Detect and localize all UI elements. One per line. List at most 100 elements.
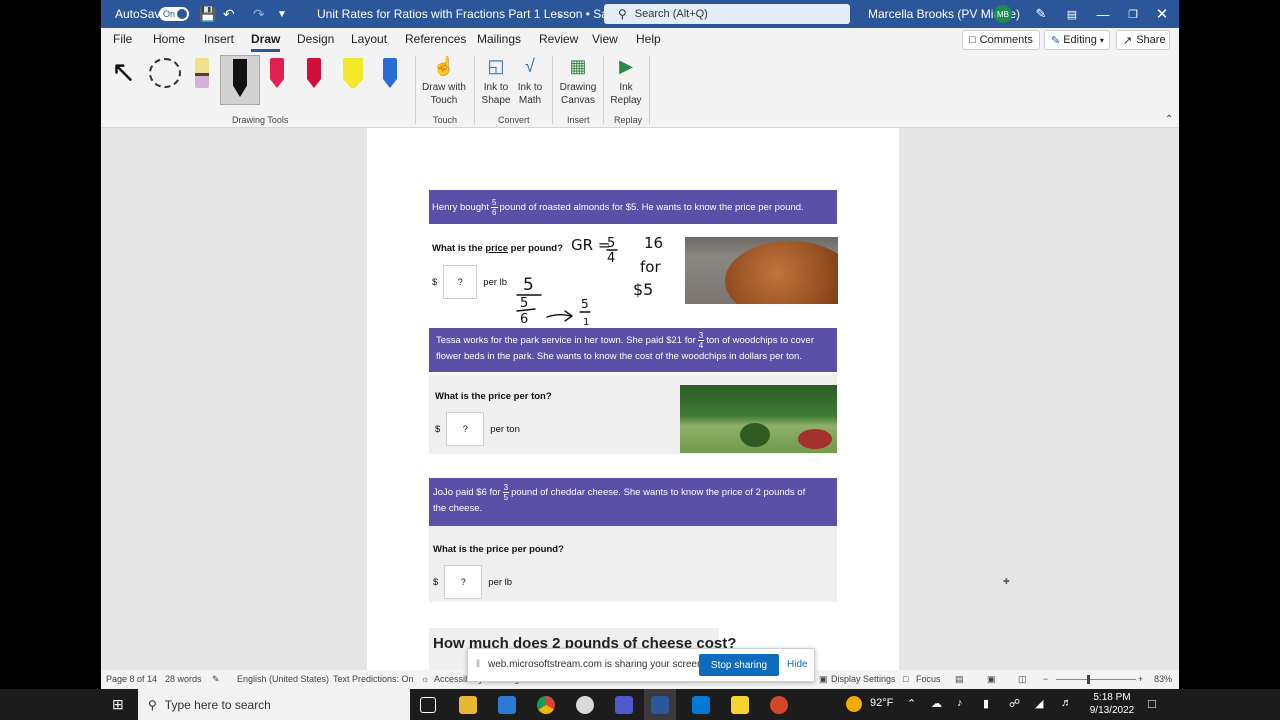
- yellow-highlighter-icon[interactable]: [343, 58, 363, 88]
- pink-pen-icon[interactable]: [270, 58, 284, 88]
- tab-insert[interactable]: Insert: [204, 32, 234, 46]
- pen-black-selected[interactable]: [220, 55, 260, 105]
- save-icon[interactable]: 💾: [199, 0, 216, 28]
- comments-button[interactable]: □ Comments: [962, 30, 1040, 50]
- redo-icon[interactable]: ↷: [253, 0, 265, 28]
- ink-result-num: 5: [581, 297, 589, 311]
- chrome-icon[interactable]: [537, 696, 555, 714]
- document-page[interactable]: Henry bought 56 pound of roasted almonds…: [367, 128, 899, 670]
- web-layout-icon[interactable]: ◫: [1018, 674, 1027, 685]
- hide-button[interactable]: Hide: [787, 659, 808, 670]
- tray-chevron-icon[interactable]: ⌃: [907, 697, 916, 710]
- customize-qat-icon[interactable]: ▼: [277, 0, 287, 28]
- chevron-down-icon: ▾: [1099, 35, 1104, 45]
- clock[interactable]: 5:18 PM 9/13/2022: [1086, 691, 1138, 717]
- eraser-icon[interactable]: [195, 58, 209, 88]
- word-taskbar-active[interactable]: [644, 689, 676, 720]
- weather-temp[interactable]: 92°F: [870, 697, 893, 709]
- focus-mode[interactable]: Focus: [916, 674, 941, 684]
- tab-view[interactable]: View: [592, 32, 618, 46]
- network-icon[interactable]: ☍: [1009, 697, 1020, 710]
- taskbar-search[interactable]: ⚲ Type here to search: [138, 689, 410, 720]
- ink-gr: GR =: [571, 236, 610, 254]
- volume-icon[interactable]: ♬: [1061, 697, 1072, 709]
- draw-with-touch-button[interactable]: ☝ Draw with Touch: [421, 54, 467, 107]
- taskbar: ⊞ ⚲ Type here to search 92°F ⌃ ☁ ♪ ▮ ☍ ◢…: [0, 689, 1280, 720]
- weather-icon[interactable]: [846, 696, 862, 712]
- page-count[interactable]: Page 8 of 14: [106, 674, 157, 684]
- tab-home[interactable]: Home: [153, 32, 185, 46]
- avatar[interactable]: MB: [994, 5, 1012, 23]
- drawing-canvas-button[interactable]: ▦ Drawing Canvas: [557, 54, 599, 107]
- file-explorer-icon[interactable]: [459, 696, 477, 714]
- collapse-ribbon-icon[interactable]: ⌃: [1165, 114, 1173, 125]
- print-layout-icon[interactable]: ▣: [987, 674, 996, 685]
- tab-mailings[interactable]: Mailings: [477, 32, 521, 46]
- close-button[interactable]: ✕: [1147, 0, 1177, 28]
- blue-galaxy-pen-icon[interactable]: [383, 58, 397, 88]
- tab-file[interactable]: File: [113, 32, 132, 46]
- read-mode-icon[interactable]: ▤: [955, 674, 964, 685]
- tab-layout[interactable]: Layout: [351, 32, 387, 46]
- tab-draw[interactable]: Draw: [251, 32, 281, 52]
- p2-answer-row: $ ? per ton: [435, 412, 520, 446]
- p1-answer-input[interactable]: ?: [443, 265, 478, 299]
- red-pen-icon[interactable]: [307, 58, 321, 88]
- select-tool-icon[interactable]: ↖: [111, 58, 136, 88]
- zoom-out-icon[interactable]: −: [1043, 674, 1048, 684]
- p2-answer-input[interactable]: ?: [446, 412, 485, 446]
- sticky-notes-icon[interactable]: [731, 696, 749, 714]
- text-predictions[interactable]: Text Predictions: On: [333, 674, 414, 684]
- store-icon[interactable]: [498, 696, 516, 714]
- share-button[interactable]: ↗ Share: [1116, 30, 1170, 50]
- ink-replay-button[interactable]: ▶ Ink Replay: [608, 54, 644, 107]
- lasso-select-icon[interactable]: [149, 58, 181, 88]
- title-chevron-icon[interactable]: ⌄: [556, 0, 564, 28]
- restore-button[interactable]: ❐: [1118, 0, 1148, 28]
- zoom-in-icon[interactable]: +: [1138, 674, 1143, 684]
- teams-icon[interactable]: [615, 696, 633, 714]
- ink-for: for: [640, 258, 661, 276]
- windows-start-icon[interactable]: ⊞: [112, 697, 124, 711]
- language[interactable]: English (United States): [237, 674, 329, 684]
- autosave-toggle[interactable]: On: [159, 7, 189, 21]
- drag-handle-icon[interactable]: ‖: [476, 659, 480, 670]
- minimize-button[interactable]: —: [1088, 0, 1118, 28]
- zoom-slider-thumb[interactable]: [1087, 675, 1090, 684]
- p2-line-2: flower beds in the park. She wants to kn…: [436, 351, 802, 362]
- display-settings[interactable]: Display Settings: [831, 674, 896, 684]
- tab-references[interactable]: References: [405, 32, 466, 46]
- ribbon-display-icon[interactable]: ▤: [1057, 0, 1087, 28]
- tab-review[interactable]: Review: [539, 32, 578, 46]
- separator: [603, 56, 604, 124]
- p3-fraction: 35: [502, 483, 510, 502]
- ink-to-shape-button[interactable]: ◱ Ink to Shape: [479, 54, 513, 107]
- snipping-tool-icon[interactable]: [576, 696, 594, 714]
- p3-frac-num: 3: [502, 483, 510, 493]
- stop-sharing-button[interactable]: Stop sharing: [699, 654, 779, 676]
- outlook-icon[interactable]: [692, 696, 710, 714]
- battery-icon[interactable]: ▮: [983, 697, 989, 710]
- p3-answer-input[interactable]: ?: [444, 565, 483, 599]
- tab-help[interactable]: Help: [636, 32, 661, 46]
- microphone-icon[interactable]: ♪: [957, 697, 963, 709]
- onedrive-icon[interactable]: ☁: [931, 697, 942, 710]
- tab-design[interactable]: Design: [297, 32, 334, 46]
- problem-3-banner: JoJo paid $6 for 35 pound of cheddar che…: [429, 478, 837, 526]
- handwritten-ink: GR = 5 4 16 for $5 5 5 6 5 1: [516, 234, 663, 328]
- powerpoint-icon[interactable]: [770, 696, 788, 714]
- task-view-icon[interactable]: [420, 697, 436, 713]
- document-title[interactable]: Unit Rates for Ratios with Fractions Par…: [317, 0, 640, 28]
- editing-button[interactable]: ✎ Editing ▾: [1044, 30, 1110, 50]
- p3-text-post: pound of cheddar cheese. She wants to kn…: [511, 487, 806, 498]
- pen-icon[interactable]: ✎: [1026, 0, 1056, 28]
- zoom-slider[interactable]: [1056, 675, 1136, 684]
- undo-icon[interactable]: ↶: [223, 0, 235, 28]
- search-box[interactable]: ⚲ Search (Alt+Q): [604, 4, 850, 24]
- notifications-icon[interactable]: □: [1148, 696, 1156, 711]
- zoom-level[interactable]: 83%: [1154, 674, 1172, 684]
- ink-to-math-button[interactable]: √ Ink to Math: [513, 54, 547, 107]
- wifi-icon[interactable]: ◢: [1035, 697, 1043, 710]
- proofing-icon[interactable]: ✎: [212, 674, 220, 685]
- word-count[interactable]: 28 words: [165, 674, 202, 684]
